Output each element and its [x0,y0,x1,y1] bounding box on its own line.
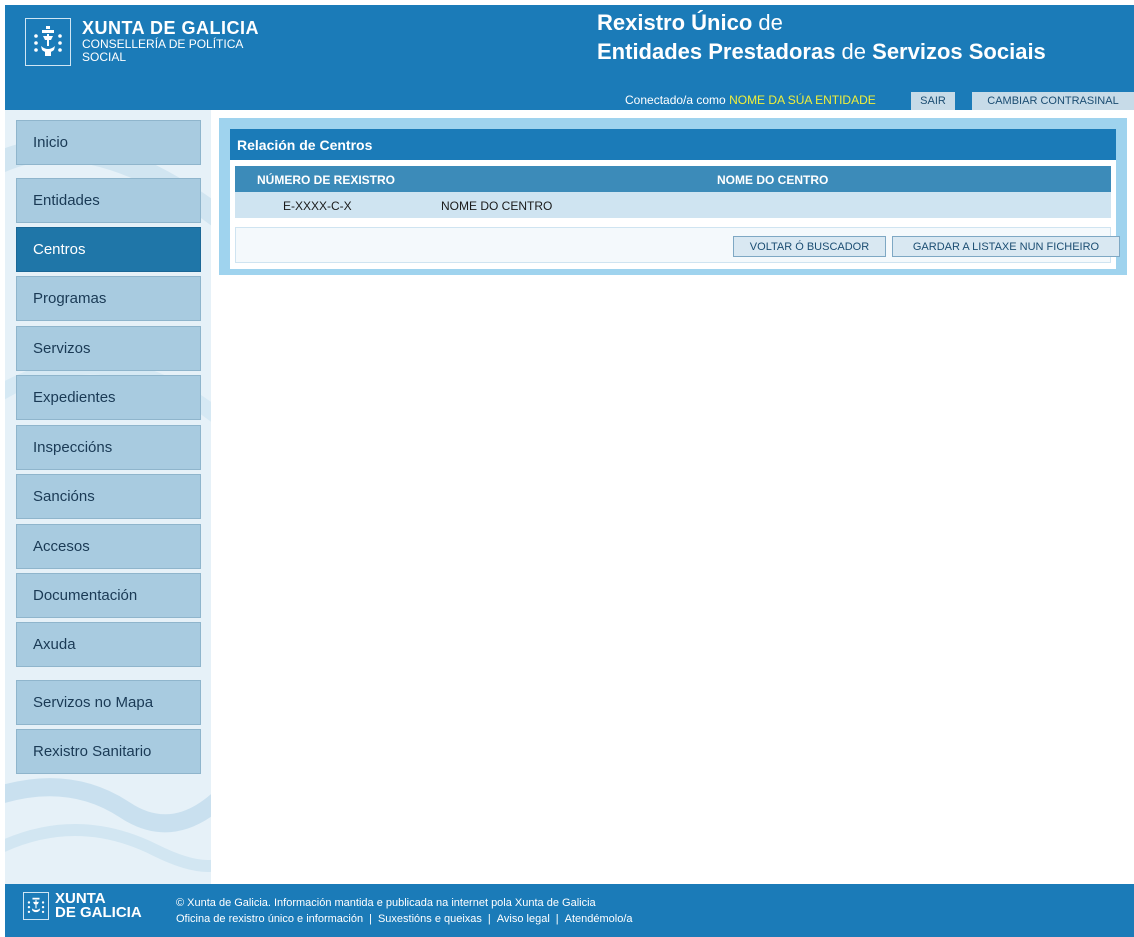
column-header-registry-number[interactable]: NÚMERO DE REXISTRO [257,173,395,187]
sidebar-item-servizos[interactable]: Servizos [16,326,201,371]
sidebar: Inicio Entidades Centros Programas Servi… [5,110,211,884]
galicia-emblem-icon [27,897,45,914]
org-identity: XUNTA DE GALICIA CONSELLERÍA DE POLÍTICA… [82,18,259,64]
footer-links: Oficina de rexistro único e información |… [176,913,633,925]
entity-name: NOME DA SÚA ENTIDADE [729,93,876,107]
connected-label: Conectado/a como [625,93,730,107]
centres-panel: Relación de Centros NÚMERO DE REXISTRO N… [219,118,1127,275]
sidebar-item-axuda[interactable]: Axuda [16,622,201,667]
title-part-b: de [835,39,873,64]
footer-link-suggestions[interactable]: Suxestións e queixas [378,913,482,925]
panel-title: Relación de Centros [230,129,1116,160]
save-list-to-file-button[interactable]: GARDAR A LISTAXE NUN FICHEIRO [892,236,1120,257]
sidebar-item-centros[interactable]: Centros [16,227,201,272]
org-name: XUNTA DE GALICIA [82,18,259,38]
connected-as: Conectado/a como NOME DA SÚA ENTIDADE [625,93,876,107]
change-password-button[interactable]: CAMBIAR CONTRASINAL [972,92,1134,110]
galicia-emblem-icon [34,26,62,56]
logout-button[interactable]: SAIR [911,92,955,110]
sidebar-item-inicio[interactable]: Inicio [16,120,201,165]
title-light: de [752,10,783,35]
title-part-a: Entidades Prestadoras [597,39,836,64]
table-row[interactable]: E-XXXX-C-X NOME DO CENTRO [235,192,1111,218]
title-bold: Rexistro Único [597,10,753,35]
cell-registry-number: E-XXXX-C-X [283,199,352,213]
table-header: NÚMERO DE REXISTRO NOME DO CENTRO [235,166,1111,192]
sidebar-item-programas[interactable]: Programas [16,276,201,321]
org-department-cont: SOCIAL [82,50,127,64]
sidebar-item-expedientes[interactable]: Expedientes [16,375,201,420]
footer-link-office[interactable]: Oficina de rexistro único e información [176,913,363,925]
column-header-centre-name[interactable]: NOME DO CENTRO [717,173,828,187]
separator: | [369,913,372,925]
sidebar-item-accesos[interactable]: Accesos [16,524,201,569]
site-footer: XUNTA DE GALICIA © Xunta de Galicia. Inf… [5,884,1134,937]
table-actions: VOLTAR Ó BUSCADOR GARDAR A LISTAXE NUN F… [235,227,1120,263]
footer-link-attention[interactable]: Atendémolo/a [565,913,633,925]
sidebar-item-sancions[interactable]: Sancións [16,474,201,519]
centres-panel-body: Relación de Centros NÚMERO DE REXISTRO N… [230,129,1120,269]
footer-link-legal[interactable]: Aviso legal [497,913,550,925]
separator: | [555,913,559,925]
xunta-logo[interactable] [25,18,71,66]
back-to-search-button[interactable]: VOLTAR Ó BUSCADOR [733,236,886,257]
footer-copyright: © Xunta de Galicia. Información mantida … [176,897,596,909]
sidebar-item-inspeccions[interactable]: Inspeccións [16,425,201,470]
footer-brand-line2: DE GALICIA [55,904,142,921]
user-bar: Conectado/a como NOME DA SÚA ENTIDADE SA… [5,90,1134,110]
sidebar-item-entidades[interactable]: Entidades [16,178,201,223]
footer-logo[interactable] [23,892,49,920]
site-header: XUNTA DE GALICIA CONSELLERÍA DE POLÍTICA… [5,5,1134,110]
cell-centre-name: NOME DO CENTRO [441,199,553,213]
sidebar-item-rexistro-sanitario[interactable]: Rexistro Sanitario [16,729,201,774]
sidebar-item-servizos-no-mapa[interactable]: Servizos no Mapa [16,680,201,725]
separator: | [487,913,491,925]
title-part-c: Servizos Sociais [872,39,1046,64]
footer-brand: XUNTA DE GALICIA [55,891,142,921]
sidebar-item-documentacion[interactable]: Documentación [16,573,201,618]
site-title: Rexistro Único de Entidades Prestadoras … [597,8,1046,66]
